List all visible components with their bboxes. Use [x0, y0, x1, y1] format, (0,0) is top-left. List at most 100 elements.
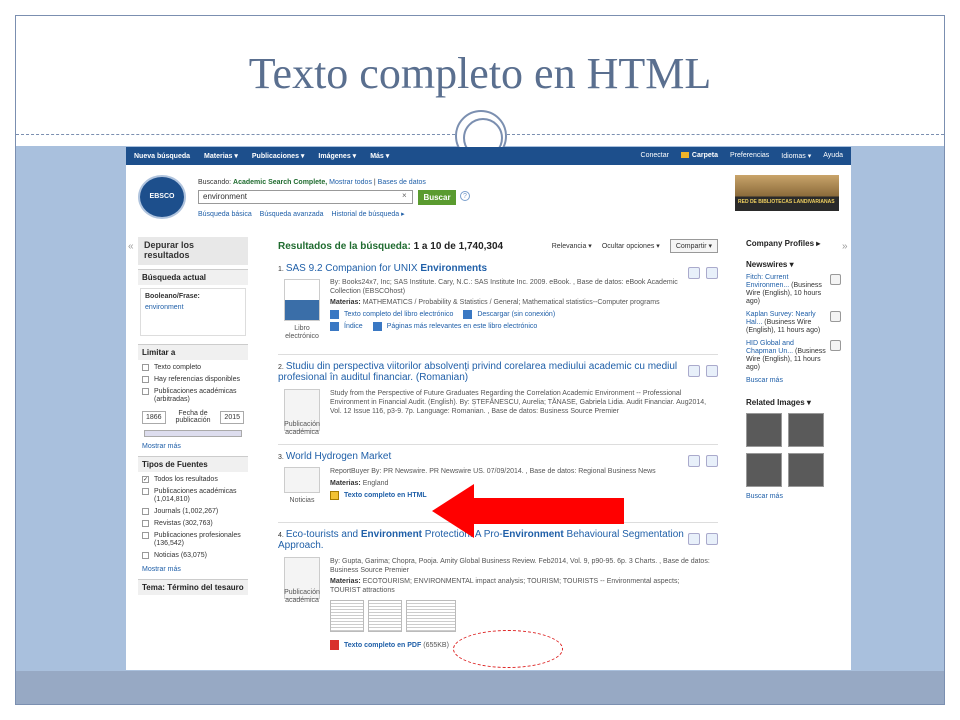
html-fulltext-link[interactable]: Texto completo en HTML: [344, 491, 427, 500]
search-links: Búsqueda básica Búsqueda avanzada Histor…: [198, 210, 411, 218]
current-search-heading[interactable]: Búsqueda actual: [138, 269, 248, 285]
limit-fulltext[interactable]: Texto completo: [142, 364, 244, 372]
related-image[interactable]: [746, 453, 782, 487]
result-title-b: Environment: [360, 529, 423, 540]
boolean-value[interactable]: environment: [145, 304, 241, 311]
chart-thumbnail[interactable]: [406, 600, 456, 632]
result-title[interactable]: 3. World Hydrogen Market: [278, 451, 718, 462]
source-type-label: Todos los resultados: [154, 476, 218, 483]
source-type-option[interactable]: Publicaciones académicas (1,014,810): [142, 488, 244, 504]
collapse-right-icon[interactable]: »: [842, 241, 848, 252]
download-offline-link[interactable]: Descargar (sin conexión): [477, 310, 555, 319]
source-type-option[interactable]: Noticias (63,075): [142, 552, 244, 560]
add-to-folder-icon[interactable]: [706, 533, 718, 545]
source-types-heading[interactable]: Tipos de Fuentes: [138, 456, 248, 472]
images-more-link[interactable]: Buscar más: [746, 493, 841, 500]
boolean-label: Booleano/Frase:: [145, 293, 200, 300]
title-divider-left: [16, 134, 455, 135]
related-image[interactable]: [746, 413, 782, 447]
result-title[interactable]: 1. SAS 9.2 Companion for UNIX Environment…: [278, 263, 718, 274]
preview-icon[interactable]: [688, 533, 700, 545]
date-slider[interactable]: [144, 430, 242, 437]
newswire-link[interactable]: HID Global and Chapman Un...: [746, 340, 794, 355]
nav-new-search[interactable]: Nueva búsqueda: [134, 153, 190, 160]
add-to-folder-icon[interactable]: [706, 455, 718, 467]
checkbox-icon: [142, 376, 149, 383]
source-type-option[interactable]: ✓ Todos los resultados: [142, 476, 244, 484]
book-cover: [284, 279, 320, 321]
right-sidebar: Company Profiles ▸ Newswires ▾ Fitch: Cu…: [746, 237, 841, 500]
checkbox-icon: [142, 532, 149, 539]
index-link[interactable]: Índice: [344, 322, 363, 331]
collapse-left-icon[interactable]: «: [128, 241, 134, 252]
source-type-option[interactable]: Revistas (302,763): [142, 520, 244, 528]
nav-subjects[interactable]: Materias ▾: [204, 152, 238, 160]
nav-help[interactable]: Ayuda: [823, 152, 843, 160]
nav-publications[interactable]: Publicaciones ▾: [252, 152, 305, 160]
limit-heading[interactable]: Limitar a: [138, 344, 248, 360]
sort-relevance[interactable]: Relevancia ▾: [552, 242, 592, 250]
checkbox-icon: [142, 552, 149, 559]
related-image[interactable]: [788, 413, 824, 447]
ebook-fulltext-link[interactable]: Texto completo del libro electrónico: [344, 310, 453, 319]
result-title-a: SAS 9.2 Companion for UNIX: [285, 263, 421, 274]
newswires-more-link[interactable]: Buscar más: [746, 377, 841, 384]
result-title-a: Eco-tourists and: [285, 529, 361, 540]
source-type-option[interactable]: Journals (1,002,267): [142, 508, 244, 516]
preview-icon[interactable]: [830, 340, 841, 351]
newswires-heading[interactable]: Newswires ▾: [746, 260, 841, 269]
newswire-text: HID Global and Chapman Un... (Business W…: [746, 340, 826, 372]
top-nav: Nueva búsqueda Materias ▾ Publicaciones …: [126, 147, 851, 165]
preview-icon[interactable]: [830, 311, 841, 322]
hide-options[interactable]: Ocultar opciones ▾: [602, 242, 660, 250]
preview-icon[interactable]: [688, 455, 700, 467]
company-profiles-link[interactable]: Company Profiles ▸: [746, 239, 841, 248]
nav-more[interactable]: Más ▾: [370, 152, 389, 160]
year-to-input[interactable]: 2015: [220, 410, 244, 424]
title-divider-right: [507, 134, 944, 135]
basic-search-link[interactable]: Búsqueda básica: [198, 211, 252, 218]
help-icon[interactable]: ?: [460, 191, 470, 201]
nav-folder-label: Carpeta: [691, 152, 718, 159]
show-more-link[interactable]: Mostrar más: [142, 443, 244, 450]
nav-preferences[interactable]: Preferencias: [730, 152, 769, 160]
preview-icon[interactable]: [830, 274, 841, 285]
add-to-folder-icon[interactable]: [706, 365, 718, 377]
preview-icon[interactable]: [688, 365, 700, 377]
search-history-link[interactable]: Historial de búsqueda ▸: [331, 211, 404, 218]
chart-thumbnail[interactable]: [330, 600, 364, 632]
newswire-link[interactable]: Fitch: Current Environmen...: [746, 274, 789, 289]
nav-signin[interactable]: Conectar: [641, 152, 669, 160]
relevant-pages-link[interactable]: Páginas más relevantes en este libro ele…: [387, 322, 538, 331]
footer-band: [16, 671, 944, 704]
show-all-link[interactable]: Mostrar todos: [329, 179, 372, 186]
result-title[interactable]: 2. Studiu din perspectiva viitorilor abso…: [278, 361, 718, 383]
nav-images[interactable]: Imágenes ▾: [318, 152, 356, 160]
nav-folder[interactable]: Carpeta: [680, 152, 718, 160]
nav-languages[interactable]: Idiomas ▾: [781, 152, 811, 160]
show-more-sources-link[interactable]: Mostrar más: [142, 566, 244, 573]
limit-peer-reviewed[interactable]: Publicaciones académicas (arbitradas): [142, 388, 244, 404]
source-type-option[interactable]: Publicaciones profesionales (136,542): [142, 532, 244, 548]
limit-references-label: Hay referencias disponibles: [154, 376, 240, 383]
search-input[interactable]: environment: [198, 190, 413, 204]
year-from-input[interactable]: 1866: [142, 410, 166, 424]
searching-prefix: Buscando:: [198, 179, 232, 186]
result-actions: [682, 365, 718, 377]
result-type: Noticias: [289, 497, 315, 504]
databases-link[interactable]: Bases de datos: [378, 179, 426, 186]
source-type-label: Revistas (302,763): [154, 520, 213, 527]
thesaurus-heading[interactable]: Tema: Término del tesauro: [138, 579, 248, 595]
related-images-heading[interactable]: Related Images ▾: [746, 398, 841, 407]
advanced-search-link[interactable]: Búsqueda avanzada: [260, 211, 324, 218]
pdf-fulltext-link[interactable]: Texto completo en PDF: [344, 641, 421, 650]
share-button[interactable]: Compartir ▾: [669, 239, 718, 253]
chart-thumbnail[interactable]: [368, 600, 402, 632]
search-button[interactable]: Buscar: [418, 190, 456, 205]
clear-search-icon[interactable]: ×: [402, 191, 407, 200]
ebsco-logo[interactable]: EBSCO: [138, 175, 186, 219]
related-image[interactable]: [788, 453, 824, 487]
checked-checkbox-icon: ✓: [142, 476, 149, 483]
result-meta: By: Books24x7, Inc; SAS Institute. Cary,…: [330, 278, 710, 331]
limit-references[interactable]: Hay referencias disponibles: [142, 376, 244, 384]
